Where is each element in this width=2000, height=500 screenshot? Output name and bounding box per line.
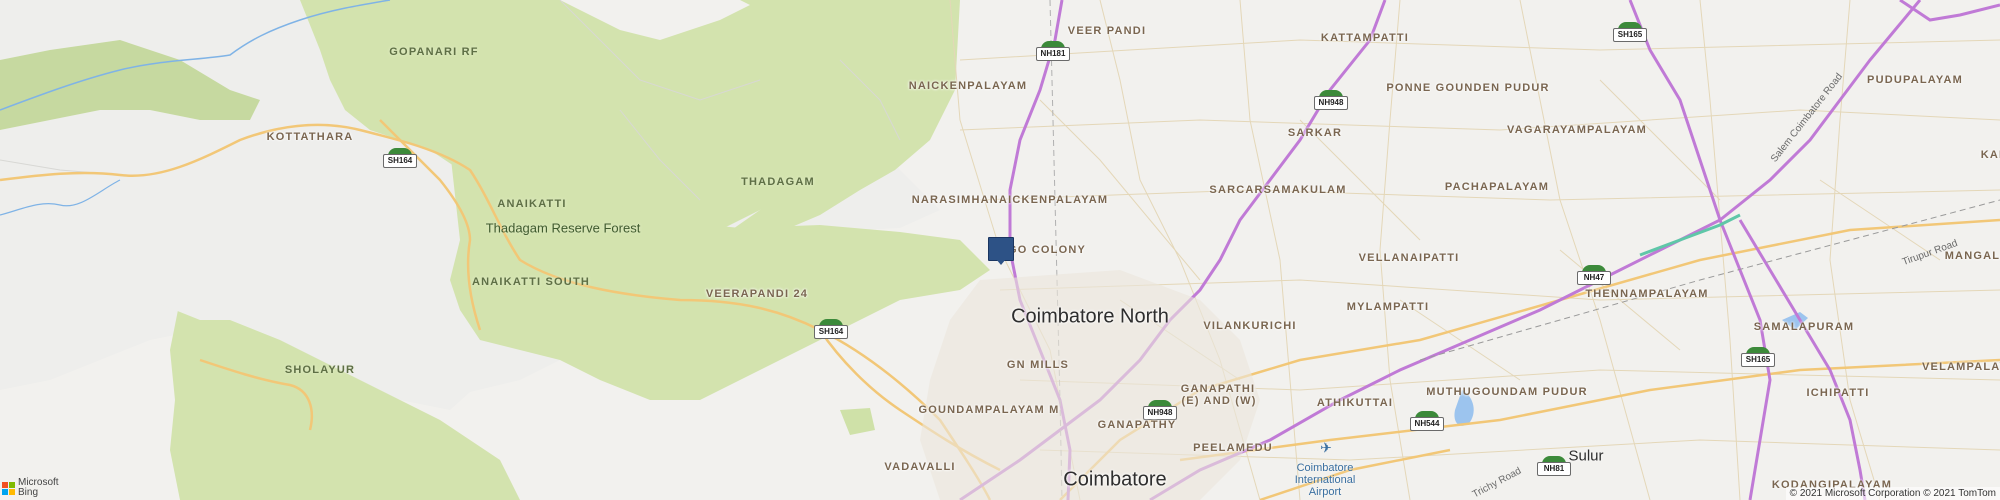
route-shield-nh81: NH81 [1537,456,1571,476]
map-canvas[interactable]: NH181 SH165 NH948 SH164 NH47 SH164 SH165… [0,0,2000,500]
route-shield-sh164-2: SH164 [814,319,848,339]
route-shield-sh164: SH164 [383,148,417,168]
route-shield-sh165: SH165 [1613,22,1647,42]
airport-icon: ✈ [1320,439,1332,456]
location-pin-icon[interactable] [988,237,1014,265]
lake-1 [1454,390,1474,426]
microsoft-bing-logo[interactable]: Microsoft Bing [2,478,59,498]
urban-area [920,270,1260,500]
microsoft-logo-icon [2,481,15,495]
route-shield-nh948-2: NH948 [1143,400,1177,420]
logo-text-bing: Bing [18,487,39,498]
route-shield-nh544: NH544 [1410,411,1444,431]
map-attribution[interactable]: © 2021 Microsoft Corporation © 2021 TomT… [1785,487,2000,500]
green-patch [840,408,875,435]
route-shield-nh181: NH181 [1036,41,1070,61]
route-shield-nh948: NH948 [1314,90,1348,110]
route-shield-sh165-2: SH165 [1741,347,1775,367]
route-shield-nh47: NH47 [1577,265,1611,285]
